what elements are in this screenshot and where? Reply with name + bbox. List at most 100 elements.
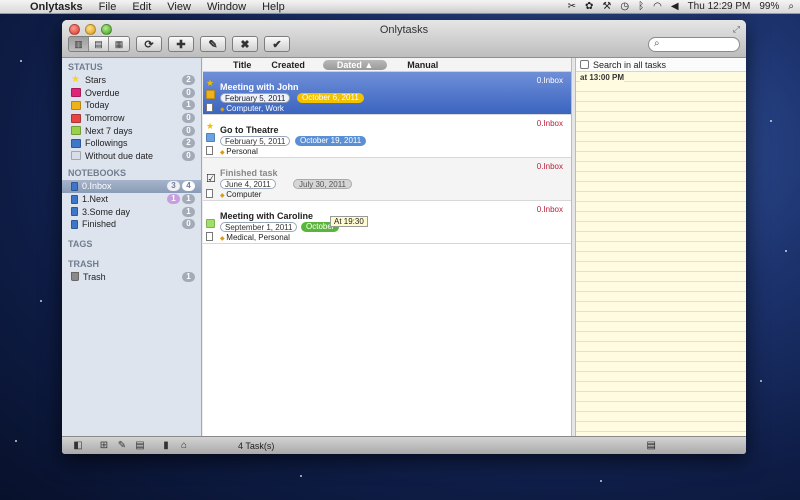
clock[interactable]: Thu 12:29 PM xyxy=(688,1,751,12)
complete-task-button[interactable]: ✔ xyxy=(264,36,290,52)
notebooks-header: NOTEBOOKS xyxy=(68,168,127,179)
note-editor[interactable]: at 13:00 PM xyxy=(576,72,746,436)
task-notebook: 0.Inbox xyxy=(536,119,563,128)
sync-button[interactable]: ⟳ xyxy=(136,36,162,52)
task-row[interactable]: ★ Meeting with John 0.Inbox February 5, 201… xyxy=(203,72,571,115)
book-icon[interactable]: ▮ xyxy=(158,440,174,451)
task-tags: Computer xyxy=(220,190,261,199)
sidebar-item-status[interactable]: Followings 2 xyxy=(62,137,201,150)
sidebar-item-status[interactable]: Today 1 xyxy=(62,99,201,112)
checkbox-checked-icon[interactable]: ☑ xyxy=(206,172,216,185)
count-badge: 1 xyxy=(167,194,180,205)
due-date[interactable]: July 30, 2011 xyxy=(293,179,352,189)
search-all-row: Search in all tasks xyxy=(576,58,746,72)
add-task-button[interactable]: ✚ xyxy=(168,36,194,52)
fullscreen-icon[interactable]: ⤢ xyxy=(733,24,740,35)
count-badge: 2 xyxy=(182,138,195,149)
count-badge: 2 xyxy=(182,75,195,86)
priority-color-icon[interactable] xyxy=(206,133,215,142)
note-icon xyxy=(206,189,213,198)
menu-edit[interactable]: Edit xyxy=(124,0,159,14)
battery-level[interactable]: 99% xyxy=(759,1,779,12)
notebook-icon[interactable]: ▤ xyxy=(132,440,148,451)
volume-icon[interactable]: ◀ xyxy=(671,1,679,12)
menu-app[interactable]: Onlytasks xyxy=(30,0,91,14)
sidebar-item-label: Overdue xyxy=(85,87,120,98)
sidebar-item-trash[interactable]: Trash 1 xyxy=(62,271,201,284)
task-notebook: 0.Inbox xyxy=(536,205,563,214)
count-badge: 1 xyxy=(182,100,195,111)
sort-created[interactable]: Created xyxy=(271,60,305,70)
task-row[interactable]: ☑ Finished task 0.Inbox June 4, 2011 July 30… xyxy=(203,158,571,201)
bottom-bar: ◧ ⊞ ✎ ▤ ▮ ⌂ 4 Task(s) ▤ xyxy=(62,436,746,454)
note-icon xyxy=(206,232,213,241)
sidebar-item-notebook[interactable]: Finished 0 xyxy=(62,218,201,231)
priority-color-icon[interactable] xyxy=(206,90,215,99)
sort-dated[interactable]: Dated ▲ xyxy=(322,59,388,70)
view-columns-icon[interactable]: ▥ xyxy=(69,37,89,51)
sort-title[interactable]: Title xyxy=(233,60,251,70)
due-date[interactable]: October 6, 2011 xyxy=(297,93,364,103)
menu-file[interactable]: File xyxy=(91,0,125,14)
sort-manual[interactable]: Manual xyxy=(407,60,438,70)
note-icon xyxy=(206,103,213,112)
paw-icon[interactable]: ✿ xyxy=(585,1,593,12)
wifi-icon[interactable]: ◠ xyxy=(653,1,662,12)
sidebar-item-status[interactable]: ★ Stars 2 xyxy=(62,74,201,87)
task-tags: Computer, Work xyxy=(220,104,284,113)
spotlight-icon[interactable]: ⌕ xyxy=(788,1,794,12)
window-title: Onlytasks xyxy=(379,24,429,36)
sidebar-item-status[interactable]: Without due date 0 xyxy=(62,150,201,163)
menu-window[interactable]: Window xyxy=(199,0,254,14)
search-input[interactable]: ⌕ xyxy=(648,37,740,52)
menu-help[interactable]: Help xyxy=(254,0,293,14)
wrench-icon[interactable]: ⚒ xyxy=(602,1,611,12)
edit-task-button[interactable]: ✎ xyxy=(200,36,226,52)
notebook-icon xyxy=(71,194,78,204)
search-icon: ⌕ xyxy=(654,38,660,49)
sidebar-item-notebook[interactable]: 0.Inbox 3 4 xyxy=(62,180,201,193)
task-tags: Personal xyxy=(220,147,258,156)
delete-task-button[interactable]: ✖ xyxy=(232,36,258,52)
search-all-checkbox[interactable] xyxy=(580,60,589,69)
sidebar-item-status[interactable]: Overdue 0 xyxy=(62,87,201,100)
due-date[interactable]: October 19, 2011 xyxy=(295,136,367,146)
sidebar-item-notebook[interactable]: 1.Next 1 1 xyxy=(62,193,201,206)
edit-notebook-icon[interactable]: ✎ xyxy=(114,440,130,451)
sidebar-item-status[interactable]: Tomorrow 0 xyxy=(62,112,201,125)
scissors-icon[interactable]: ✂ xyxy=(568,1,576,12)
sidebar-item-notebook[interactable]: 3.Some day 1 xyxy=(62,205,201,218)
count-badge: 0 xyxy=(182,125,195,136)
task-row[interactable]: Meeting with Caroline 0.Inbox September 1,… xyxy=(203,201,571,244)
bluetooth-icon[interactable]: ᛒ xyxy=(638,1,644,12)
view-calendar-icon[interactable]: ▦ xyxy=(109,37,129,51)
menu-view[interactable]: View xyxy=(159,0,199,14)
sidebar-toggle-icon[interactable]: ◧ xyxy=(70,440,86,451)
star-icon[interactable]: ★ xyxy=(206,78,214,89)
created-date: September 1, 2011 xyxy=(220,222,298,232)
note-icon[interactable]: ▤ xyxy=(647,440,656,451)
task-row[interactable]: ★ Go to Theatre 0.Inbox February 5, 2011 Oct… xyxy=(203,115,571,158)
task-list: Title Created Dated ▲ Manual ★ Meeting wi… xyxy=(203,58,571,436)
star-icon[interactable]: ★ xyxy=(206,121,214,132)
trash-header: TRASH xyxy=(68,258,99,269)
created-date: June 4, 2011 xyxy=(220,179,276,189)
sidebar-item-status[interactable]: Next 7 days 0 xyxy=(62,124,201,137)
sidebar-item-label: Stars xyxy=(85,75,107,86)
task-tags: Medical, Personal xyxy=(220,233,290,242)
sidebar-item-label: Without due date xyxy=(85,150,154,161)
view-list-icon[interactable]: ▤ xyxy=(89,37,109,51)
sidebar-item-label: Today xyxy=(85,100,110,111)
created-date: February 5, 2011 xyxy=(220,93,291,103)
add-notebook-icon[interactable]: ⊞ xyxy=(96,440,112,451)
time-machine-icon[interactable]: ◷ xyxy=(620,1,629,12)
priority-color-icon[interactable] xyxy=(206,219,215,228)
sidebar-item-label: 3.Some day xyxy=(82,206,131,217)
sidebar: STATUS ★ Stars 2 Overdue 0 Today 1 Tomorrow 0 Nex… xyxy=(62,58,202,436)
tag-icon[interactable]: ⌂ xyxy=(176,440,192,451)
notebook-icon xyxy=(71,207,78,217)
sidebar-item-label: Next 7 days xyxy=(85,125,133,136)
sidebar-item-label: Finished xyxy=(82,219,117,230)
status-color-icon xyxy=(71,151,81,161)
count-badge: 0 xyxy=(182,219,195,230)
